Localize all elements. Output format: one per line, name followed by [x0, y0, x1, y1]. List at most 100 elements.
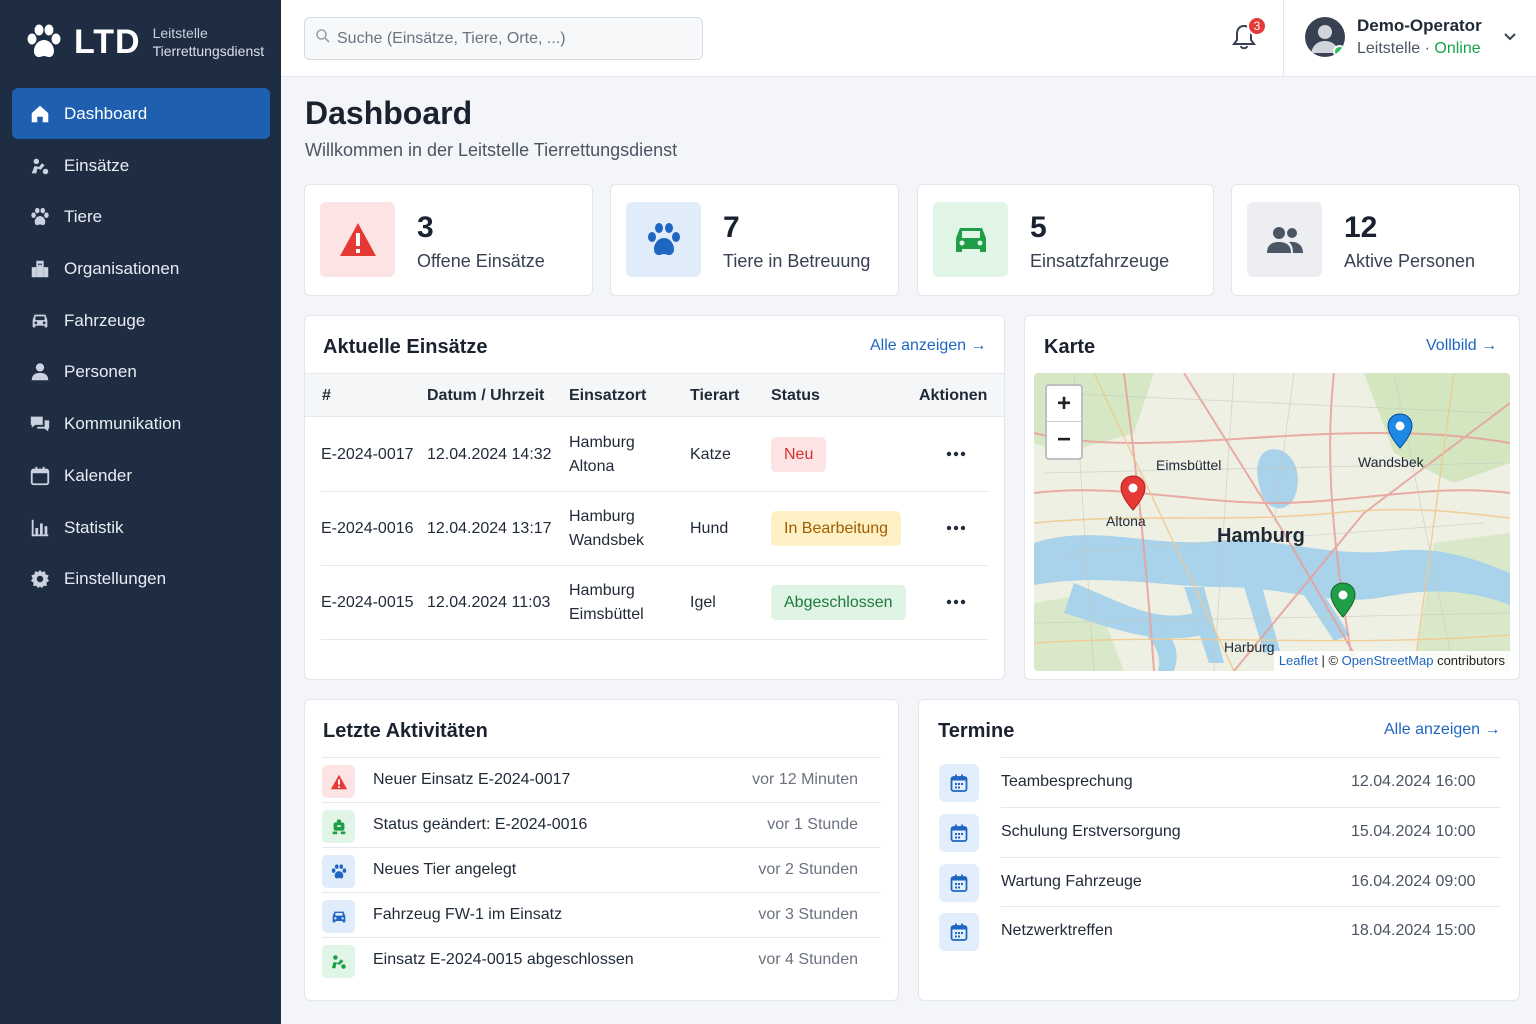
stat-value: 7	[723, 211, 740, 244]
stat-card-persons[interactable]: 12 Aktive Personen	[1231, 184, 1520, 296]
rescue-icon	[28, 154, 52, 178]
list-item[interactable]: Neues Tier angelegt vor 2 Stunden	[322, 847, 881, 892]
map-pin-south-icon[interactable]	[1330, 582, 1356, 623]
chevron-down-icon[interactable]	[1503, 30, 1517, 44]
table-row[interactable]: E-2024-0016 12.04.2024 13:17 Hamburg Wand…	[321, 492, 988, 566]
zoom-in-button[interactable]: +	[1047, 386, 1081, 422]
sidebar-item-kalender[interactable]: Kalender	[12, 451, 270, 501]
paw-icon	[626, 202, 701, 277]
column-header[interactable]: Tierart	[690, 387, 740, 405]
sidebar-item-fahrzeuge[interactable]: Fahrzeuge	[12, 296, 270, 346]
mission-city: Hamburg	[569, 582, 635, 599]
status-badge: Neu	[771, 437, 827, 472]
appointments-show-all-link[interactable]: Alle anzeigen →	[1384, 721, 1501, 739]
mission-id: E-2024-0017	[321, 446, 414, 463]
stat-value: 3	[417, 211, 434, 244]
mission-datetime: 12.04.2024 13:17	[427, 520, 552, 537]
column-header[interactable]: Einsatzort	[569, 387, 646, 405]
list-item[interactable]: Schulung Erstversorgung 15.04.2024 10:00	[939, 807, 1501, 857]
organization-icon	[28, 257, 52, 281]
stat-card-animals[interactable]: 7 Tiere in Betreuung	[610, 184, 899, 296]
more-actions-icon[interactable]	[945, 520, 967, 536]
sidebar-item-label: Kalender	[64, 465, 133, 485]
map-attribution: Leaflet | © OpenStreetMap contributors	[1273, 651, 1510, 671]
list-item[interactable]: Einsatz E-2024-0015 abgeschlossen vor 4 …	[322, 937, 881, 982]
appointment-date: 15.04.2024 10:00	[1351, 823, 1476, 840]
brand-name: LTD	[74, 22, 141, 61]
car-icon	[933, 202, 1008, 277]
list-item[interactable]: Netzwerktreffen 18.04.2024 15:00	[939, 906, 1501, 956]
sidebar-item-tiere[interactable]: Tiere	[12, 192, 270, 242]
list-item[interactable]: Neuer Einsatz E-2024-0017 vor 12 Minuten	[322, 757, 881, 802]
mission-animal: Igel	[690, 594, 716, 611]
brand-line2: Tierrettungsdienst	[152, 43, 265, 59]
table-row[interactable]: E-2024-0017 12.04.2024 14:32 Hamburg Alto…	[321, 418, 988, 492]
brand-logo[interactable]: LTD Leitstelle Tierrettungsdienst	[24, 18, 264, 66]
list-item[interactable]: Wartung Fahrzeuge 16.04.2024 09:00	[939, 857, 1501, 907]
sidebar-item-dashboard[interactable]: Dashboard	[12, 88, 270, 139]
notification-badge: 3	[1247, 16, 1267, 36]
activity-time: vor 1 Stunde	[767, 816, 858, 833]
user-status: Online	[1434, 40, 1481, 57]
list-item[interactable]: Status geändert: E-2024-0016 vor 1 Stund…	[322, 802, 881, 847]
status-badge: In Bearbeitung	[771, 511, 902, 546]
activity-text: Einsatz E-2024-0015 abgeschlossen	[373, 951, 634, 968]
more-actions-icon[interactable]	[945, 446, 967, 462]
online-status-dot	[1333, 45, 1345, 57]
list-item[interactable]: Teambesprechung 12.04.2024 16:00	[939, 757, 1501, 807]
appointment-title: Schulung Erstversorgung	[1001, 823, 1181, 840]
map-pin-altona-icon[interactable]	[1120, 475, 1146, 516]
column-header[interactable]: Datum / Uhrzeit	[427, 387, 544, 405]
column-header[interactable]: #	[322, 387, 331, 405]
search-box[interactable]	[304, 17, 703, 60]
list-item[interactable]: Fahrzeug FW-1 im Einsatz vor 3 Stunden	[322, 892, 881, 937]
mission-place: Hamburg Altona	[569, 431, 635, 479]
sidebar-item-label: Tiere	[64, 207, 103, 227]
user-menu[interactable]: Demo-Operator Leitstelle · Online	[1305, 16, 1482, 58]
sidebar-item-einstellungen[interactable]: Einstellungen	[12, 554, 270, 604]
mission-city: Hamburg	[569, 508, 635, 525]
chat-icon	[28, 412, 52, 436]
appointments-card: Termine Alle anzeigen → Teambesprechung …	[918, 699, 1520, 1001]
map-pin-wandsbek-icon[interactable]	[1387, 413, 1413, 454]
osm-link[interactable]: OpenStreetMap	[1342, 653, 1434, 668]
appointment-title: Netzwerktreffen	[1001, 922, 1113, 939]
sidebar-item-label: Statistik	[64, 517, 124, 537]
sidebar: LTD Leitstelle Tierrettungsdienst Dashbo…	[0, 0, 281, 1024]
sidebar-item-kommunikation[interactable]: Kommunikation	[12, 399, 270, 449]
activity-text: Neuer Einsatz E-2024-0017	[373, 771, 571, 788]
map-view[interactable]: + − Eimsbüttel Wandsbek Altona Hamburg H…	[1034, 373, 1510, 671]
page-subtitle: Willkommen in der Leitstelle Tierrettung…	[305, 140, 678, 160]
gear-icon	[28, 567, 52, 591]
map-card: Karte Vollbild → + − Eimsbüttel Wandsbek…	[1024, 315, 1520, 680]
search-input[interactable]	[337, 29, 697, 48]
sidebar-item-statistik[interactable]: Statistik	[12, 503, 270, 553]
leaflet-link[interactable]: Leaflet	[1279, 653, 1318, 668]
table-row[interactable]: E-2024-0015 12.04.2024 11:03 Hamburg Eims…	[321, 566, 988, 640]
map-fullscreen-link[interactable]: Vollbild →	[1426, 337, 1497, 355]
calendar-icon	[939, 864, 979, 902]
sidebar-item-personen[interactable]: Personen	[12, 347, 270, 397]
sidebar-item-organisationen[interactable]: Organisationen	[12, 244, 270, 294]
sidebar-item-label: Organisationen	[64, 259, 180, 279]
calendar-icon	[939, 913, 979, 951]
column-header[interactable]: Status	[771, 387, 820, 405]
paw-icon	[322, 855, 355, 888]
brand-line1: Leitstelle	[152, 25, 208, 41]
appointment-date: 18.04.2024 15:00	[1351, 922, 1476, 939]
zoom-out-button[interactable]: −	[1047, 422, 1081, 458]
more-actions-icon[interactable]	[945, 594, 967, 610]
stat-label: Einsatzfahrzeuge	[1030, 251, 1170, 271]
attribution-separator: | ©	[1317, 653, 1342, 668]
sidebar-item-einsaetze[interactable]: Einsätze	[12, 141, 270, 191]
mission-datetime: 12.04.2024 14:32	[427, 446, 552, 463]
home-icon	[28, 102, 52, 126]
stat-card-vehicles[interactable]: 5 Einsatzfahrzeuge	[917, 184, 1214, 296]
people-icon	[1247, 202, 1322, 277]
map-label-wandsbek: Wandsbek	[1358, 454, 1424, 470]
stat-card-open-missions[interactable]: 3 Offene Einsätze	[304, 184, 593, 296]
user-role: Leitstelle · Online	[1357, 40, 1482, 58]
sidebar-nav: Dashboard Einsätze Tiere Organisationen …	[12, 88, 270, 606]
missions-show-all-link[interactable]: Alle anzeigen →	[870, 337, 987, 355]
calendar-icon	[939, 814, 979, 852]
